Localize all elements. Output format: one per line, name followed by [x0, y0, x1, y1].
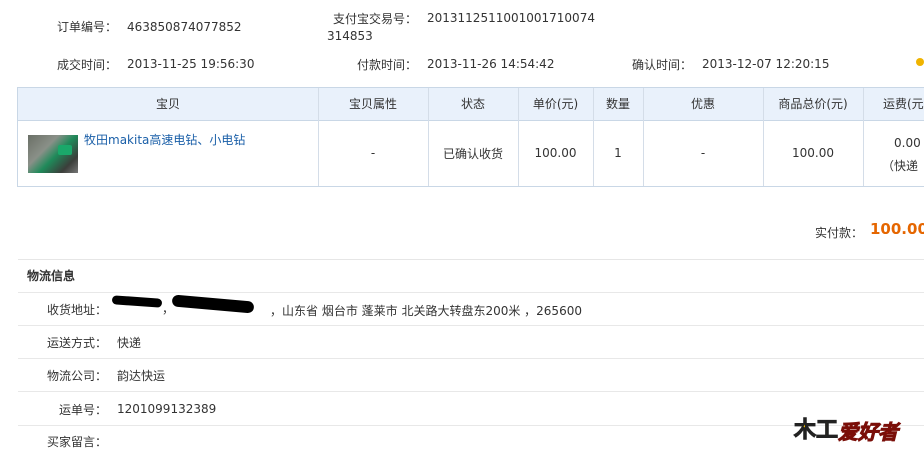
- company-value: 韵达快运: [117, 369, 166, 383]
- product-title-link[interactable]: 牧田makita高速电钻、小电钻: [84, 131, 245, 148]
- col-header-price: 单价(元): [532, 97, 579, 111]
- col-header-total: 商品总价(元): [778, 97, 848, 111]
- waybill-value: 1201099132389: [117, 402, 217, 416]
- item-price: 100.00: [534, 146, 577, 160]
- waybill-label: 运单号：: [59, 403, 108, 417]
- ship-method-label: 运送方式：: [47, 336, 108, 350]
- address-value: ，山东省 烟台市 蓬莱市 北关路大转盘东200米 ，265600: [270, 304, 582, 318]
- site-watermark-logo: 木工 爱好者: [793, 408, 916, 446]
- redacted-name: [111, 295, 163, 308]
- item-attr: -: [370, 146, 376, 160]
- col-header-item: 宝贝: [155, 97, 180, 111]
- coin-icon: [916, 58, 924, 66]
- buyer-message-label: 买家留言：: [47, 435, 108, 449]
- pay-time-label: 付款时间：: [357, 58, 418, 72]
- alipay-no-value: 2013112511001001710074: [427, 11, 595, 25]
- paid-amount: 100.00: [870, 220, 924, 238]
- item-discount: -: [700, 146, 706, 160]
- confirm-time-value: 2013-12-07 12:20:15: [702, 57, 830, 71]
- item-qty: 1: [614, 146, 622, 160]
- pay-time-value: 2013-11-26 14:54:42: [427, 57, 555, 71]
- order-no-label: 订单编号：: [57, 20, 118, 34]
- item-freight-note: （快递: [882, 159, 919, 173]
- ship-method-value: 快递: [117, 336, 142, 350]
- order-items-table: 宝贝 宝贝属性 状态 单价(元) 数量 优惠 商品总价(元) 运费(元 牧田ma…: [17, 87, 924, 187]
- col-header-freight: 运费(元: [883, 97, 924, 111]
- alipay-no-value-cont: 314853: [327, 29, 373, 43]
- logistics-title: 物流信息: [27, 269, 76, 283]
- col-header-qty: 数量: [605, 97, 630, 111]
- watermark-text: 爱好者: [838, 420, 899, 445]
- col-header-status: 状态: [460, 97, 485, 111]
- company-label: 物流公司：: [47, 369, 108, 383]
- address-label: 收货地址：: [47, 303, 108, 317]
- item-status: 已确认收货: [442, 146, 503, 161]
- deal-time-value: 2013-11-25 19:56:30: [127, 57, 255, 71]
- confirm-time-label: 确认时间：: [632, 58, 693, 72]
- order-no-value: 463850874077852: [127, 20, 242, 34]
- paid-label: 实付款：: [815, 226, 864, 240]
- alipay-no-label: 支付宝交易号：: [333, 12, 418, 26]
- col-header-discount: 优惠: [690, 97, 715, 111]
- col-header-attr: 宝贝属性: [348, 97, 397, 111]
- product-thumbnail[interactable]: [28, 135, 78, 173]
- redacted-phone: [171, 294, 255, 314]
- deal-time-label: 成交时间：: [57, 58, 118, 72]
- item-total: 100.00: [792, 146, 834, 160]
- watermark-prefix: 木工: [793, 418, 839, 444]
- item-freight: 0.00: [894, 136, 921, 150]
